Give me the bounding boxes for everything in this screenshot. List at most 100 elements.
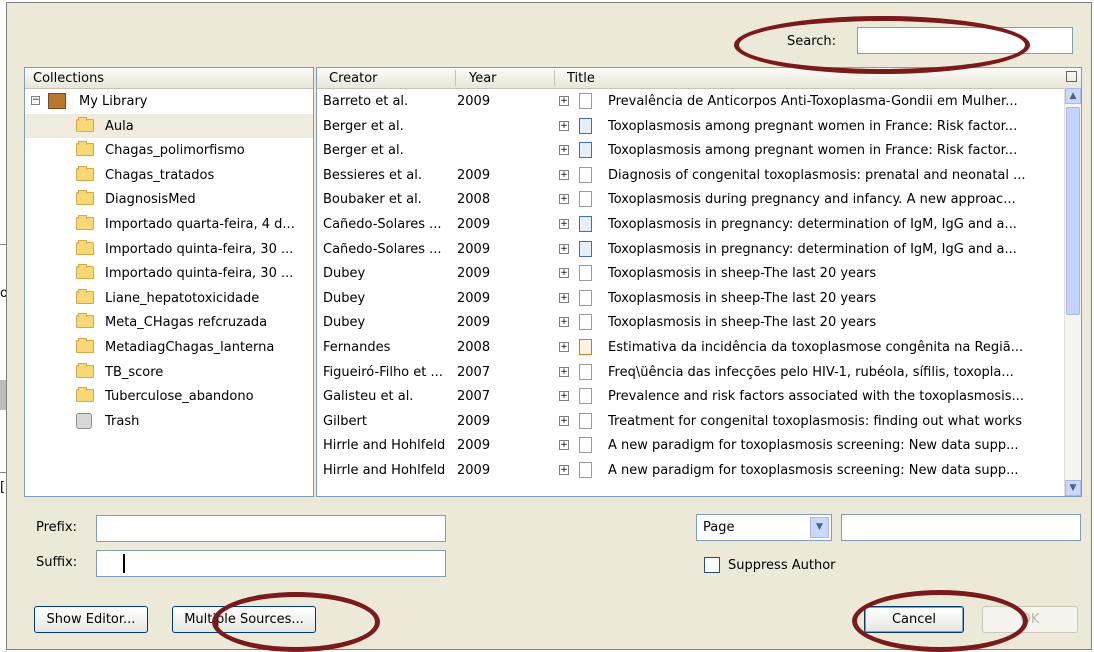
expand-icon[interactable]: + [559, 218, 569, 229]
document-icon [579, 289, 592, 306]
item-creator: Gilbert [323, 413, 367, 429]
creator-column-header[interactable]: Creator [329, 71, 378, 86]
item-row[interactable]: Dubey 2009 + Toxoplasmosis in sheep-The las… [317, 310, 1081, 335]
year-column-header[interactable]: Year [469, 71, 497, 86]
item-row[interactable]: Hirrle and Hohlfeld 2009 + A new paradigm f… [317, 433, 1081, 458]
locator-input[interactable] [841, 514, 1081, 541]
item-title: Freq\üência das infecções pelo HIV-1, ru… [608, 364, 1014, 380]
scroll-down-icon[interactable]: ▼ [1065, 480, 1081, 496]
document-icon [579, 93, 592, 109]
locator-select[interactable]: Page ▼ [696, 514, 832, 541]
item-creator: Dubey [323, 290, 366, 306]
item-title: Prevalence and risk factors associated w… [608, 389, 1024, 405]
collection-label: Chagas_tratados [105, 167, 215, 183]
collection-item[interactable]: Liane_hepatotoxicidade [25, 286, 313, 311]
folder-icon [76, 165, 94, 181]
item-year: 2009 [457, 438, 491, 454]
expand-icon[interactable]: + [559, 120, 569, 131]
document-icon [579, 166, 592, 183]
collection-item[interactable]: − My Library [25, 89, 313, 114]
item-row[interactable]: Dubey 2009 + Toxoplasmosis in sheep-The las… [317, 261, 1081, 286]
chevron-down-icon[interactable]: ▼ [810, 517, 829, 538]
expand-icon[interactable]: + [559, 366, 569, 377]
item-row[interactable]: Cañedo-Solares ... 2009 + Toxoplasmosis in … [317, 237, 1081, 262]
expand-icon[interactable]: + [559, 268, 569, 279]
item-year: 2009 [457, 413, 491, 429]
folder-icon [76, 116, 94, 132]
expand-icon[interactable]: + [559, 317, 569, 328]
item-row[interactable]: Dubey 2009 + Toxoplasmosis in sheep-The las… [317, 286, 1081, 311]
item-row[interactable]: Gilbert 2009 + Treatment for congenital tox… [317, 409, 1081, 434]
items-list: Barreto et al. 2009 + Prevalência de Antico… [317, 89, 1081, 483]
title-column-header[interactable]: Title [567, 71, 595, 86]
suppress-author-label[interactable]: Suppress Author [728, 558, 836, 573]
column-picker-icon[interactable] [1066, 71, 1077, 82]
collection-label: Importado quarta-feira, 4 d... [105, 216, 295, 232]
item-row[interactable]: Figueiró-Filho et ... 2007 + Freq\üência da… [317, 360, 1081, 385]
collections-tree: − My Library Aula Chagas_polimorfismo Chagas… [25, 89, 313, 433]
item-year: 2007 [457, 389, 491, 405]
collapse-icon[interactable]: − [31, 96, 40, 105]
collection-item[interactable]: Trash [25, 409, 313, 434]
collection-item[interactable]: MetadiagChagas_lanterna [25, 335, 313, 360]
scroll-up-icon[interactable]: ▲ [1065, 88, 1081, 104]
column-separator[interactable] [554, 70, 555, 86]
collection-item[interactable]: Aula [25, 113, 313, 139]
item-year: 2009 [457, 167, 491, 183]
item-title: Toxoplasmosis in sheep-The last 20 years [608, 266, 877, 282]
collection-item[interactable]: DiagnosisMed [25, 187, 313, 212]
expand-icon[interactable]: + [559, 391, 569, 402]
expand-icon[interactable]: + [559, 169, 569, 180]
item-row[interactable]: Galisteu et al. 2007 + Prevalence and risk … [317, 384, 1081, 409]
items-pane: Creator Year Title Barreto et al. 2009 + Pr… [316, 67, 1082, 497]
suffix-input[interactable] [96, 550, 446, 577]
item-row[interactable]: Barreto et al. 2009 + Prevalência de Antico… [317, 89, 1081, 114]
collection-label: Aula [105, 118, 134, 134]
collection-item[interactable]: Meta_CHagas refcruzada [25, 310, 313, 335]
expand-icon[interactable]: + [559, 194, 569, 205]
item-row[interactable]: Boubaker et al. 2008 + Toxoplasmosis during… [317, 187, 1081, 212]
locator-selected-value: Page [703, 520, 735, 535]
expand-icon[interactable]: + [559, 145, 569, 156]
item-row[interactable]: Hirrle and Hohlfeld 2009 + A new paradigm f… [317, 458, 1081, 483]
expand-icon[interactable]: + [559, 341, 569, 352]
column-separator[interactable] [455, 70, 456, 86]
scroll-thumb[interactable] [1066, 107, 1080, 315]
collection-item[interactable]: Chagas_tratados [25, 163, 313, 188]
item-row[interactable]: Cañedo-Solares ... 2009 + Toxoplasmosis in … [317, 212, 1081, 237]
item-year: 2007 [457, 364, 491, 380]
suppress-author-checkbox[interactable] [704, 557, 720, 573]
expand-icon[interactable]: + [559, 440, 569, 451]
document-icon [579, 363, 592, 380]
expand-icon[interactable]: + [559, 464, 569, 475]
item-year: 2009 [457, 241, 491, 257]
collection-item[interactable]: Tuberculose_abandono [25, 384, 313, 409]
prefix-input[interactable] [96, 515, 446, 542]
collection-label: DiagnosisMed [105, 192, 196, 208]
items-scrollbar[interactable]: ▲ ▼ [1064, 88, 1081, 496]
collection-item[interactable]: TB_score [25, 360, 313, 385]
item-row[interactable]: Bessieres et al. 2009 + Diagnosis of congen… [317, 163, 1081, 188]
collections-pane: Collections − My Library Aula Chagas_polimo… [24, 67, 314, 497]
show-editor-button[interactable]: Show Editor... [34, 606, 148, 633]
expand-icon[interactable]: + [559, 415, 569, 426]
document-icon [579, 412, 592, 429]
collection-item[interactable]: Importado quinta-feira, 30 ... [25, 237, 313, 262]
item-row[interactable]: Fernandes 2008 + Estimativa da incidência d… [317, 335, 1081, 360]
expand-icon[interactable]: + [559, 96, 569, 106]
expand-icon[interactable]: + [559, 292, 569, 303]
item-row[interactable]: Berger et al. + Toxoplasmosis among pregna… [317, 114, 1081, 139]
folder-icon [76, 214, 94, 230]
item-creator: Dubey [323, 315, 366, 331]
items-column-header: Creator Year Title [317, 68, 1081, 89]
item-creator: Hirrle and Hohlfeld [323, 462, 446, 478]
collection-item[interactable]: Chagas_polimorfismo [25, 138, 313, 163]
book-icon [579, 142, 592, 159]
collection-item[interactable]: Importado quarta-feira, 4 d... [25, 212, 313, 237]
item-row[interactable]: Berger et al. + Toxoplasmosis among pregna… [317, 138, 1081, 163]
collection-item[interactable]: Importado quinta-feira, 30 ... [25, 261, 313, 286]
item-creator: Fernandes [323, 339, 391, 355]
expand-icon[interactable]: + [559, 243, 569, 254]
folder-icon [76, 264, 94, 280]
collections-column-header[interactable]: Collections [25, 68, 313, 89]
